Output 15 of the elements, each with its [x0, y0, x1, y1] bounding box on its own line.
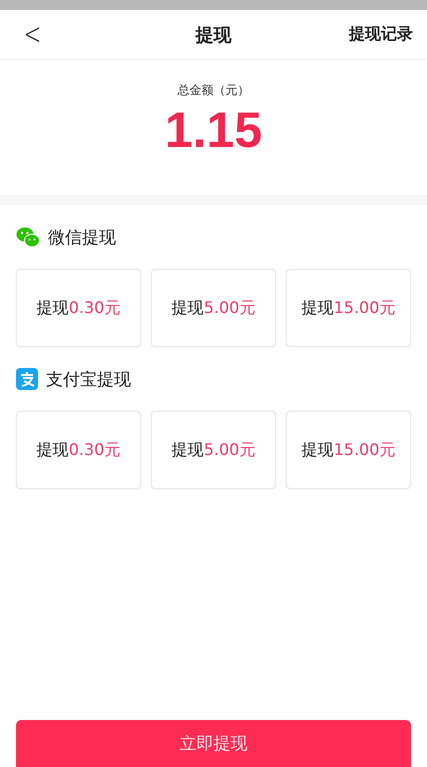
balance-label: 总金额（元） [178, 82, 250, 99]
back-button[interactable]: < [20, 17, 46, 52]
amount-option[interactable]: 提现0.30元 [16, 269, 141, 347]
section-title: 微信提现 [48, 226, 116, 248]
amount-option[interactable]: 提现15.00元 [286, 269, 411, 347]
amount-option[interactable]: 提现15.00元 [286, 411, 411, 489]
amount-option[interactable]: 提现5.00元 [151, 411, 276, 489]
section-title: 支付宝提现 [46, 368, 131, 390]
amount-option[interactable]: 提现0.30元 [16, 411, 141, 489]
alipay-app-icon [16, 368, 38, 390]
wechat-bubbles-icon [16, 226, 40, 248]
amount-option[interactable]: 提现5.00元 [151, 269, 276, 347]
page-title: 提现 [196, 24, 232, 46]
history-link[interactable]: 提现记录 [349, 24, 413, 45]
balance-amount: 1.15 [164, 101, 262, 159]
